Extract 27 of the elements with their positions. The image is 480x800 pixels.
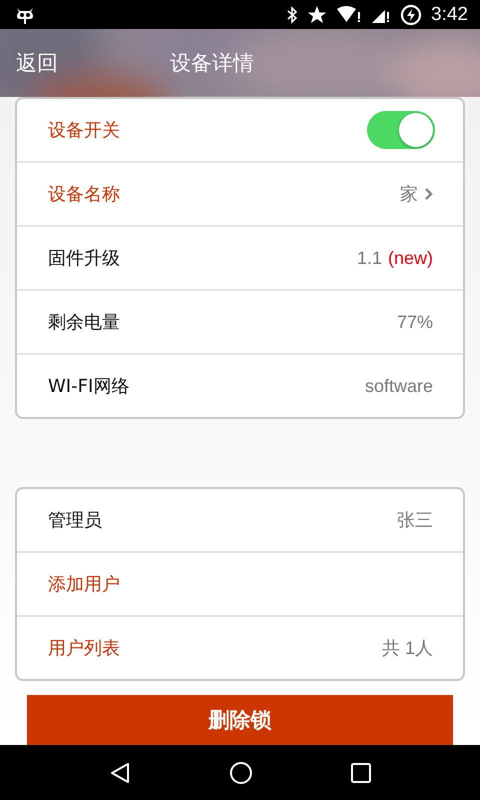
toggle-switch[interactable] xyxy=(367,111,435,150)
star-icon xyxy=(307,4,328,25)
row-value: 1.1 xyxy=(356,248,382,269)
battery-charging-icon xyxy=(400,4,422,26)
row-label: 用户列表 xyxy=(48,637,121,660)
row-label: 管理员 xyxy=(48,509,103,532)
delete-button[interactable]: 删除锁 xyxy=(27,695,453,746)
recents-icon[interactable] xyxy=(350,762,372,784)
row-label: 添加用户 xyxy=(48,573,121,596)
row-label: 固件升级 xyxy=(48,247,121,270)
row-value: 共 1人 xyxy=(382,637,433,660)
row-label: 设备开关 xyxy=(48,119,121,142)
new-tag: (new) xyxy=(388,248,433,269)
row-label: WI-FI网络 xyxy=(48,375,130,398)
row-value: 张三 xyxy=(397,509,433,532)
row-label: 剩余电量 xyxy=(48,311,121,334)
home-icon[interactable] xyxy=(228,760,253,785)
row-value: 77% xyxy=(396,312,433,333)
clock-time: 3:42 xyxy=(431,4,468,26)
row-value: 家 xyxy=(400,183,418,206)
back-link[interactable]: 返回 xyxy=(16,49,58,78)
bluetooth-icon xyxy=(286,6,298,24)
page-title: 设备详情 xyxy=(170,50,254,78)
row-value: software xyxy=(364,376,433,397)
row-label: 设备名称 xyxy=(48,183,121,206)
wifi-icon xyxy=(336,4,362,25)
chevron-right-icon xyxy=(424,187,433,202)
